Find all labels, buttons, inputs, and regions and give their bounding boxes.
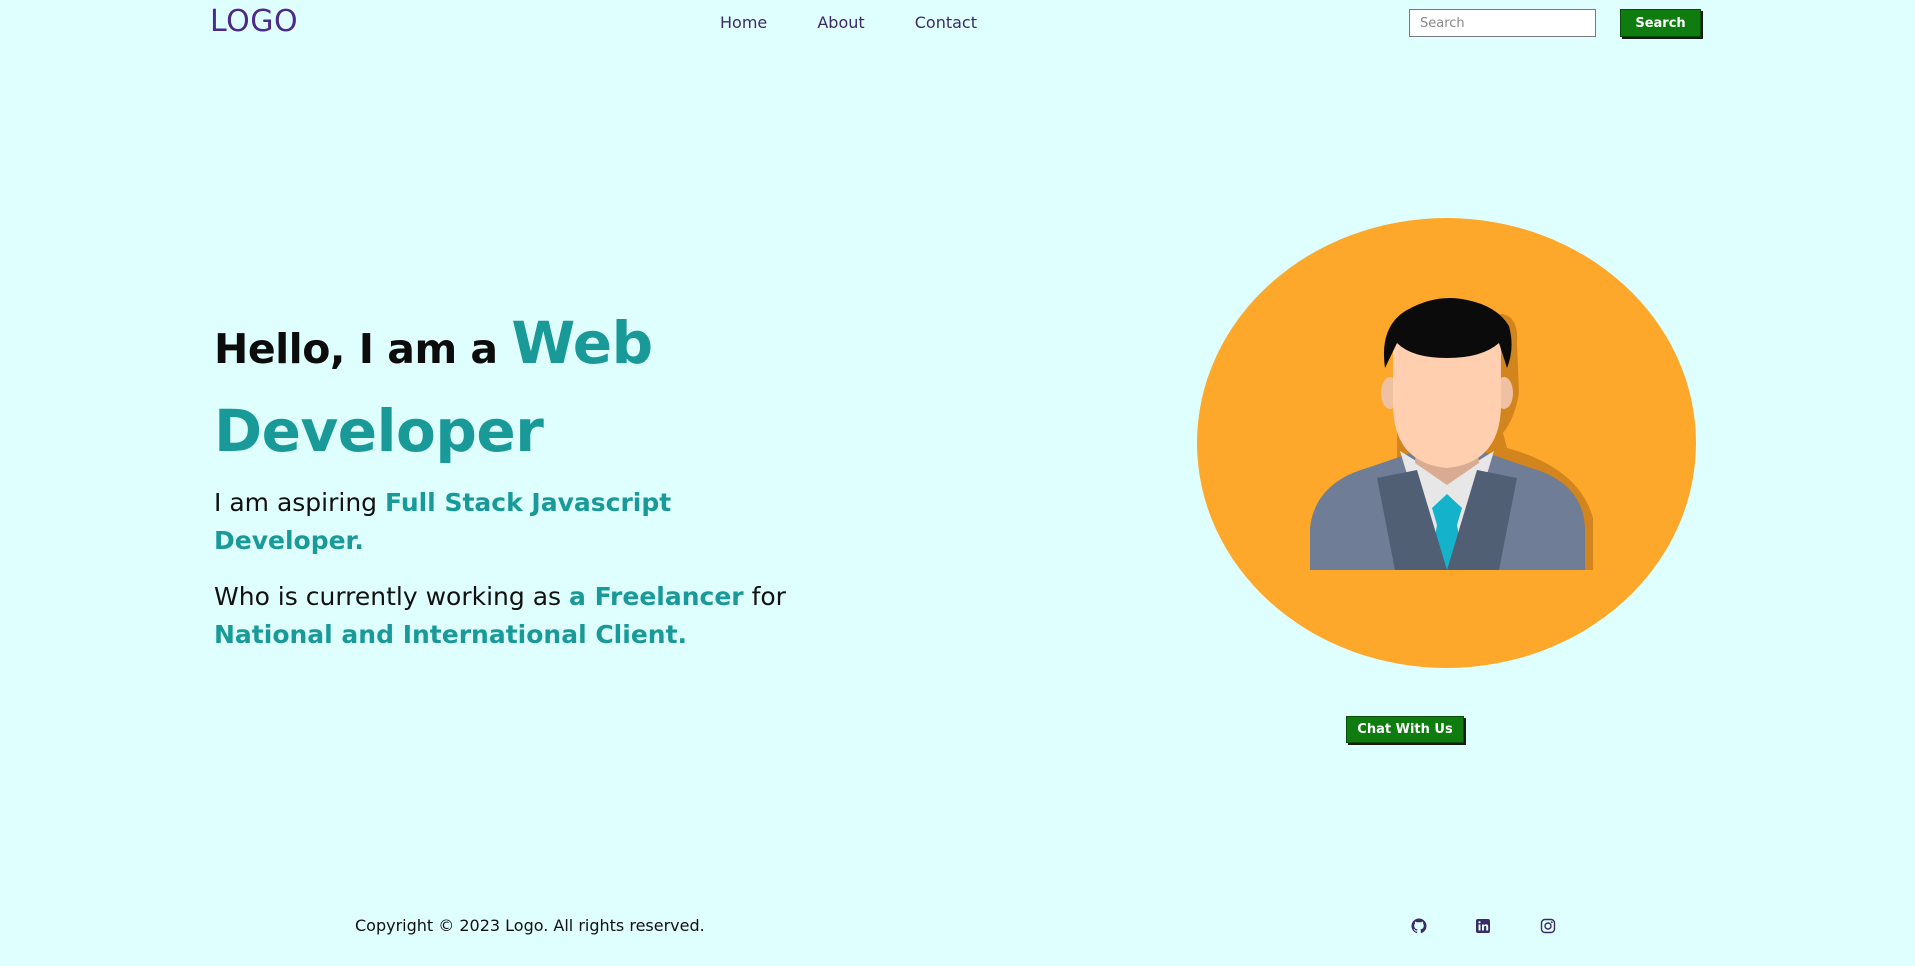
nav-about[interactable]: About — [817, 13, 864, 32]
chat-with-us-button[interactable]: Chat With Us — [1346, 716, 1464, 743]
para2-highlight-freelancer: a Freelancer — [569, 582, 744, 611]
para2-prefix: Who is currently working as — [214, 582, 569, 611]
logo[interactable]: LOGO — [210, 4, 298, 39]
hero-role-web: Web — [511, 309, 653, 377]
search-button[interactable]: Search — [1620, 9, 1701, 37]
user-avatar-illustration — [1310, 297, 1593, 570]
hero-description-1: I am aspiring Full Stack Javascript Deve… — [214, 484, 814, 560]
footer-copyright: Copyright © 2023 Logo. All rights reserv… — [355, 916, 705, 935]
para2-mid: for — [743, 582, 786, 611]
nav-home[interactable]: Home — [720, 13, 767, 32]
instagram-icon[interactable] — [1540, 918, 1556, 934]
avatar — [1197, 218, 1696, 668]
hero-greeting: Hello, I am a — [214, 325, 512, 373]
hero-title: Hello, I am a Web Developer — [214, 300, 814, 470]
main-nav: Home About Contact — [720, 13, 1022, 32]
header: LOGO Home About Contact Search — [0, 0, 1915, 46]
para1-prefix: I am aspiring — [214, 488, 385, 517]
nav-contact[interactable]: Contact — [915, 13, 977, 32]
search-input[interactable] — [1409, 9, 1596, 37]
hero-role-developer: Developer — [214, 397, 544, 465]
hero-section: Hello, I am a Web Developer I am aspirin… — [214, 300, 814, 654]
para2-highlight-clients: National and International Client. — [214, 620, 688, 649]
hero-description-2: Who is currently working as a Freelancer… — [214, 578, 814, 654]
github-icon[interactable] — [1411, 918, 1427, 934]
linkedin-icon[interactable] — [1475, 918, 1491, 934]
